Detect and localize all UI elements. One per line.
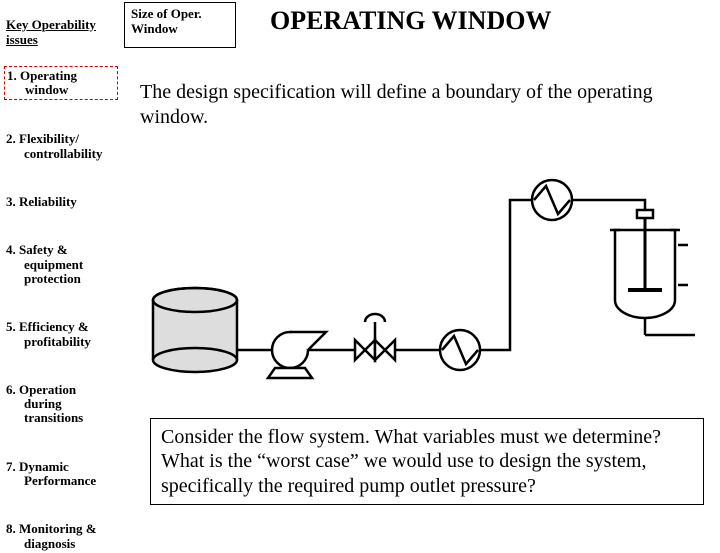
- storage-tank-icon: [153, 288, 237, 372]
- page-title: OPERATING WINDOW: [270, 6, 551, 36]
- num: 4.: [6, 242, 16, 257]
- control-valve-icon: [355, 314, 395, 360]
- heat-exchanger-icon: [532, 180, 572, 220]
- sidebar-item-3: 3. Reliability: [4, 193, 118, 211]
- sidebar: Key Operability issues 1. Operating wind…: [0, 0, 122, 540]
- num: 3.: [6, 194, 16, 209]
- label2: controllability: [6, 147, 116, 161]
- label: Efficiency &: [19, 319, 89, 334]
- sidebar-item-6: 6. Operation during transitions: [4, 381, 118, 428]
- sidebar-item-4: 4. Safety & equipment protection: [4, 241, 118, 288]
- sidebar-item-5: 5. Efficiency & profitability: [4, 318, 118, 351]
- num: 5.: [6, 319, 16, 334]
- heat-exchanger-icon: [440, 330, 480, 370]
- pump-icon: [268, 332, 326, 378]
- label: Flexibility/: [19, 131, 79, 146]
- sidebar-item-7: 7. Dynamic Performance: [4, 458, 118, 491]
- label2: equipment protection: [6, 258, 116, 287]
- header-box: Size of Oper. Window: [124, 2, 236, 48]
- label: Reliability: [19, 194, 77, 209]
- body-text: The design specification will define a b…: [140, 80, 704, 130]
- label: Operation: [19, 382, 76, 397]
- label2: window: [7, 83, 115, 97]
- sidebar-title: Key Operability issues: [6, 18, 118, 48]
- stirred-vessel-icon: [610, 210, 695, 335]
- label2: Performance: [6, 474, 116, 488]
- label: Dynamic: [19, 459, 69, 474]
- num: 2.: [6, 131, 16, 146]
- sidebar-item-2: 2. Flexibility/ controllability: [4, 130, 118, 163]
- label: Safety &: [19, 242, 68, 257]
- process-flow-diagram: [140, 150, 700, 400]
- num: 1.: [7, 68, 17, 83]
- label2: during transitions: [6, 397, 116, 426]
- label: Monitoring &: [19, 521, 97, 536]
- num: 7.: [6, 459, 16, 474]
- label: Operating: [20, 68, 77, 83]
- num: 8.: [6, 521, 16, 536]
- sidebar-item-1: 1. Operating window: [4, 66, 118, 101]
- label2: diagnosis: [6, 537, 116, 551]
- question-box: Consider the flow system. What variables…: [150, 418, 704, 505]
- num: 6.: [6, 382, 16, 397]
- label2: profitability: [6, 335, 116, 349]
- sidebar-item-8: 8. Monitoring & diagnosis: [4, 520, 118, 553]
